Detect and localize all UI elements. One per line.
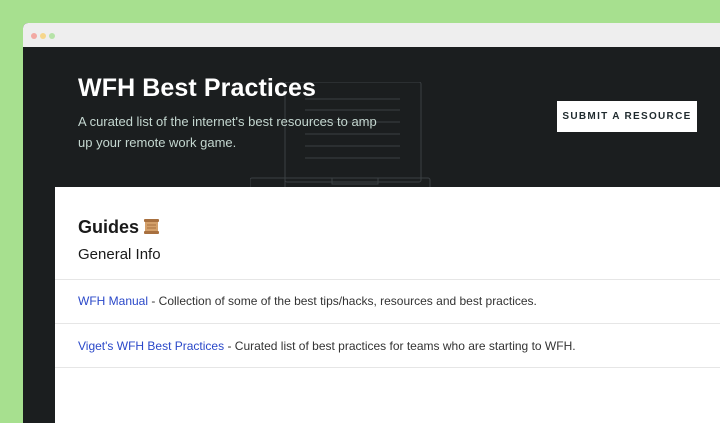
browser-window: WFH Best Practices A curated list of the… xyxy=(23,23,720,423)
guides-card: Guides General Info WFH Manual - Collect… xyxy=(55,187,720,423)
close-window-dot[interactable] xyxy=(31,33,37,39)
maximize-window-dot[interactable] xyxy=(49,33,55,39)
resource-description: - Collection of some of the best tips/ha… xyxy=(148,294,537,308)
guides-subheading: General Info xyxy=(78,246,161,263)
list-item: WFH Manual - Collection of some of the b… xyxy=(78,294,537,308)
guides-heading: Guides xyxy=(78,217,160,238)
scroll-icon xyxy=(144,219,160,234)
divider xyxy=(55,323,720,324)
minimize-window-dot[interactable] xyxy=(40,33,46,39)
page-title: WFH Best Practices xyxy=(78,74,316,102)
list-item: Viget's WFH Best Practices - Curated lis… xyxy=(78,339,576,353)
resource-description: - Curated list of best practices for tea… xyxy=(224,339,576,353)
page-description: A curated list of the internet's best re… xyxy=(78,114,377,150)
resource-link[interactable]: WFH Manual xyxy=(78,294,148,308)
divider xyxy=(55,367,720,368)
guides-heading-text: Guides xyxy=(78,217,140,237)
submit-resource-button[interactable]: SUBMIT A RESOURCE xyxy=(557,101,697,132)
resource-link[interactable]: Viget's WFH Best Practices xyxy=(78,339,224,353)
browser-titlebar xyxy=(23,23,720,47)
divider xyxy=(55,279,720,280)
